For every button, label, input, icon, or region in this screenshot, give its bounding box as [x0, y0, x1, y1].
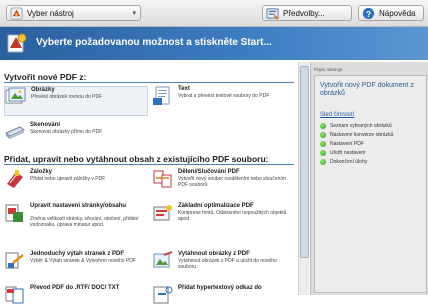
option-split-merge[interactable]: Dělení/Slučování PDF Vytvořit nový soubo…	[152, 169, 294, 199]
option-description: Výběr & Výtah stránek & Vytvoření nového…	[30, 258, 136, 264]
top-toolbar: Vyber nástroj ▾ Předvolby... ? Nápověda	[0, 0, 428, 27]
main-content: Vytvořit nové PDF z: Obrázky Převést obr…	[0, 62, 298, 304]
option-title: Text	[178, 86, 190, 92]
section-title-create: Vytvořit nové PDF z:	[4, 72, 87, 82]
option-title: Přidat hypertextový odkaz do	[178, 285, 262, 291]
help-button[interactable]: ? Nápověda	[358, 5, 424, 21]
hyperlink-icon	[153, 286, 173, 304]
text-document-icon	[153, 86, 170, 105]
step-item: Nastavení PDF	[320, 141, 364, 147]
help-label: Nápověda	[379, 8, 416, 18]
step-label: Dokončení úlohy	[330, 159, 368, 165]
option-images[interactable]: Obrázky Převést obrázek rovnou do PDF	[4, 86, 148, 116]
description-pane: Popis nástroje Vytvořit nový PDF dokumen…	[310, 62, 428, 295]
option-description: Vytáhnout obrázek z PDF a uložit do nové…	[178, 258, 277, 270]
convert-pdf-icon	[5, 286, 24, 304]
optimize-icon	[153, 205, 172, 221]
select-tool-label: Vyber nástroj	[27, 8, 74, 18]
option-title: Upravit nastavení stránky/obsahu	[30, 203, 127, 209]
option-optimize[interactable]: Základní optimalizace PDF Komprese fontů…	[152, 203, 294, 233]
split-merge-icon	[153, 170, 172, 188]
option-description: Přidat nebo upravit záložky v PDF	[30, 176, 106, 182]
green-dot-icon	[320, 150, 326, 156]
main-scrollbar[interactable]	[298, 62, 309, 295]
sequence-link[interactable]: Sled činností	[320, 112, 354, 118]
page-settings-icon	[5, 204, 23, 222]
scanner-icon	[5, 126, 25, 139]
selected-task-title: Vytvořit nový PDF dokument z obrázků	[320, 82, 414, 97]
pane-title: Popis nástroje	[314, 67, 343, 72]
option-title: Vytáhnout obrázky z PDF	[178, 251, 250, 257]
green-dot-icon	[320, 123, 326, 129]
tool-icon	[10, 6, 23, 20]
option-description: Vybrat a převést textové soubory do PDF	[178, 93, 270, 99]
option-description: Změna velikosti stránky, ořezání, otočen…	[30, 216, 139, 228]
option-description: Vytvořit nový soubor rozdělením nebo slo…	[178, 176, 286, 188]
description-box: Vytvořit nový PDF dokument z obrázků Sle…	[314, 75, 427, 293]
step-item: Seznam vybraných obrázků	[320, 123, 392, 129]
section-title-modify: Přidat, upravit nebo vytáhnout obsah z e…	[4, 154, 269, 164]
option-title: Záložky	[30, 169, 53, 175]
bookmarks-icon	[7, 170, 23, 188]
option-title: Jednoduchý výtah stránek z PDF	[30, 251, 125, 257]
step-item: Uložit nastavení	[320, 150, 366, 156]
step-label: Uložit nastavení	[330, 150, 366, 156]
step-label: Nastavení PDF	[330, 141, 364, 147]
help-icon: ?	[362, 7, 375, 19]
option-title: Skenování	[30, 122, 61, 128]
section-divider	[4, 164, 294, 165]
option-page-settings[interactable]: Upravit nastavení stránky/obsahu Změna v…	[4, 203, 146, 241]
page-title: Vyberte požadovanou možnost a stiskněte …	[36, 37, 272, 48]
green-dot-icon	[320, 132, 326, 138]
chevron-down-icon: ▾	[132, 10, 136, 17]
option-description: Skenovat obrázky přímo do PDF	[30, 129, 103, 135]
select-tool-button[interactable]: Vyber nástroj ▾	[6, 5, 141, 21]
scrollbar-thumb[interactable]	[300, 66, 309, 258]
option-extract-pages[interactable]: Jednoduchý výtah stránek z PDF Výběr & V…	[4, 251, 146, 281]
option-description: Komprese fontů, Odstranění nepoužitých o…	[178, 210, 287, 222]
app-logo-icon	[7, 33, 27, 53]
option-scanning[interactable]: Skenování Skenovat obrázky přímo do PDF	[4, 122, 146, 152]
preferences-label: Předvolby...	[283, 8, 325, 18]
green-dot-icon	[320, 141, 326, 147]
header-banner: Vyberte požadovanou možnost a stiskněte …	[0, 27, 428, 60]
images-icon	[5, 87, 26, 104]
step-item: Nastavení konverze obrázků	[320, 132, 393, 138]
preferences-icon	[266, 7, 279, 20]
option-title: Základní optimalizace PDF	[178, 203, 254, 209]
step-label: Nastavení konverze obrázků	[330, 132, 394, 138]
option-title: Obrázky	[31, 87, 55, 93]
option-add-hyperlink[interactable]: Přidat hypertextový odkaz do	[152, 285, 294, 304]
option-title: Převod PDF do .RTF/ DOC/ TXT	[30, 285, 120, 291]
option-title: Dělení/Slučování PDF	[178, 169, 240, 175]
extract-images-icon	[153, 251, 173, 268]
option-bookmarks[interactable]: Záložky Přidat nebo upravit záložky v PD…	[4, 169, 146, 199]
svg-text:?: ?	[366, 8, 371, 18]
step-item: Dokončení úlohy	[320, 159, 367, 165]
option-description: Převést obrázek rovnou do PDF	[31, 94, 103, 100]
option-convert-pdf[interactable]: Převod PDF do .RTF/ DOC/ TXT	[4, 285, 146, 304]
extract-pages-icon	[5, 252, 24, 269]
option-extract-images[interactable]: Vytáhnout obrázky z PDF Vytáhnout obráze…	[152, 251, 294, 281]
option-text[interactable]: Text Vybrat a převést textové soubory do…	[152, 86, 294, 116]
green-dot-icon	[320, 159, 326, 165]
section-divider	[4, 82, 294, 83]
step-label: Seznam vybraných obrázků	[330, 123, 392, 129]
preferences-button[interactable]: Předvolby...	[262, 5, 352, 21]
